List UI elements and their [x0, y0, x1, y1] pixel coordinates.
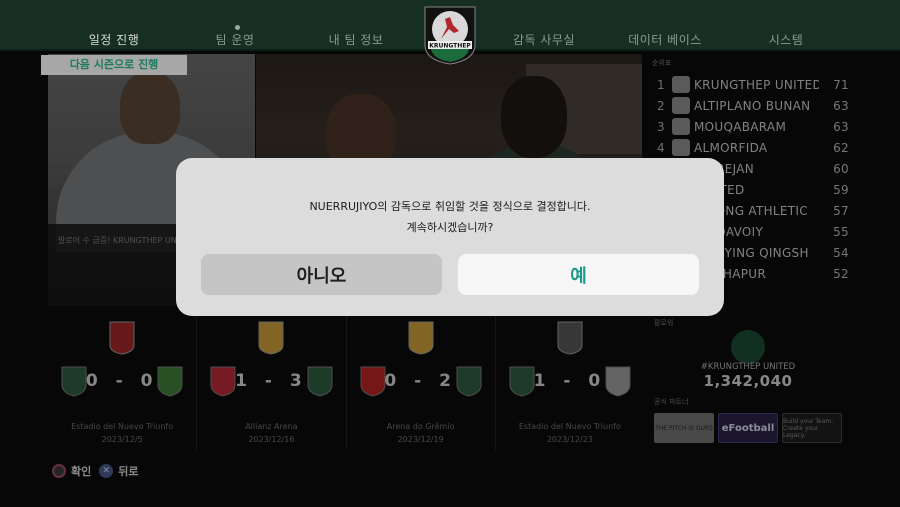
no-button[interactable]: 아니오 [201, 254, 442, 295]
tab-database[interactable]: 데이터 베이스 [628, 31, 702, 48]
tab-manager-office[interactable]: 감독 사무실 [513, 31, 575, 48]
tab-team-management[interactable]: 팀 운영 [216, 31, 255, 48]
yes-button[interactable]: 예 [458, 254, 699, 295]
confirm-dialog: NUERRUJIYO의 감독으로 취임할 것을 정식으로 결정합니다. 계속하시… [176, 158, 724, 316]
notification-dot [235, 25, 240, 30]
dialog-message: NUERRUJIYO의 감독으로 취임할 것을 정식으로 결정합니다. 계속하시… [176, 196, 724, 238]
tab-schedule[interactable]: 일정 진행 [89, 31, 139, 48]
tab-system[interactable]: 시스템 [769, 31, 804, 48]
tab-my-team-info[interactable]: 내 팀 정보 [329, 31, 384, 48]
dialog-line-2: 계속하시겠습니까? [406, 221, 494, 234]
club-crest-icon: KRUNGTHEP [424, 6, 476, 65]
crest-text: KRUNGTHEP [429, 43, 471, 50]
next-season-button[interactable]: 다음 시즌으로 진행 [41, 55, 187, 75]
dialog-line-1: NUERRUJIYO의 감독으로 취임할 것을 정식으로 결정합니다. [309, 200, 591, 213]
